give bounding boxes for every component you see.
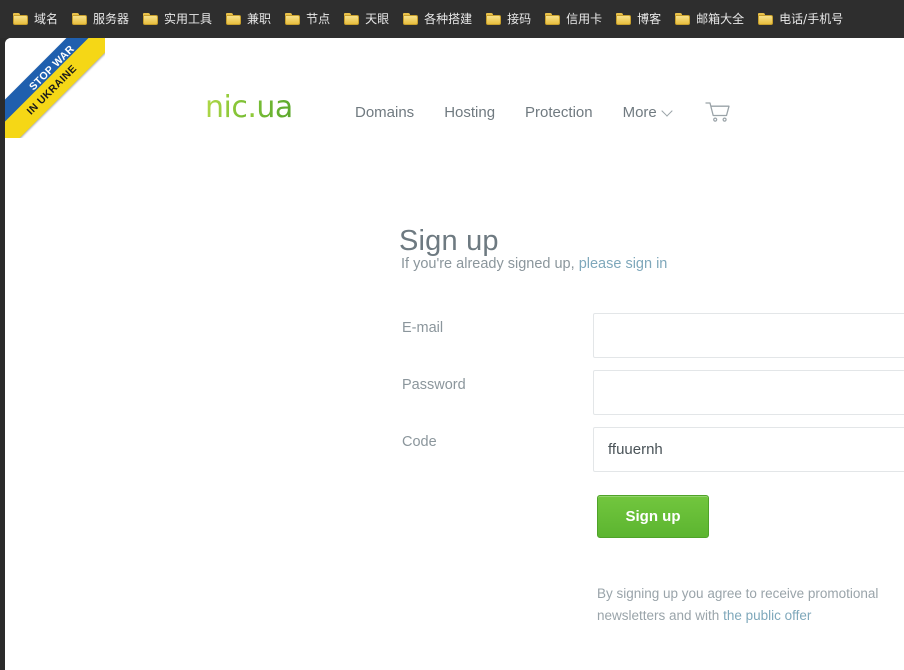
bookmark-label: 服务器 (93, 12, 130, 26)
terms-text: By signing up you agree to receive promo… (597, 583, 904, 627)
signin-note: If you're already signed up, please sign… (401, 257, 667, 272)
signin-note-text: If you're already signed up, (401, 256, 579, 272)
form-row-code: Code (5, 427, 904, 484)
folder-icon (486, 13, 502, 25)
bookmark-label: 电话/手机号 (779, 12, 844, 26)
shopping-cart-icon (705, 102, 730, 122)
bookmarks-bar: 域名 服务器 实用工具 兼职 节点 天眼 各种搭建 接码 信用卡 博客 邮箱大全 电话/手机号 (0, 0, 904, 38)
page-viewport: STOP WAR IN UKRAINE nic.ua Domains Hosti… (5, 38, 904, 670)
label-email: E-mail (402, 320, 444, 336)
bookmark-item[interactable]: 天眼 (339, 7, 394, 31)
password-input[interactable] (593, 370, 904, 415)
nav-label-hosting: Hosting (444, 103, 496, 121)
bookmark-label: 各种搭建 (424, 12, 473, 26)
nav-item-domains[interactable]: Domains (355, 105, 414, 120)
form-row-email: E-mail (5, 313, 904, 370)
folder-icon (675, 13, 691, 25)
folder-icon (143, 13, 159, 25)
bookmark-item[interactable]: 信用卡 (540, 7, 607, 31)
bookmark-item[interactable]: 节点 (280, 7, 335, 31)
signin-link[interactable]: please sign in (579, 256, 668, 272)
bookmark-item[interactable]: 接码 (481, 7, 536, 31)
bookmark-label: 信用卡 (566, 12, 603, 26)
bookmark-label: 域名 (34, 12, 59, 26)
bookmark-item[interactable]: 域名 (8, 7, 63, 31)
bookmark-item[interactable]: 实用工具 (138, 7, 217, 31)
main-navigation: Domains Hosting Protection More (355, 101, 731, 123)
stop-war-in-ukraine-ribbon[interactable]: STOP WAR IN UKRAINE (5, 38, 105, 138)
folder-icon (72, 13, 88, 25)
nav-label-domains: Domains (355, 103, 415, 121)
folder-icon (616, 13, 632, 25)
page-title: Sign up (399, 225, 499, 258)
bookmark-item[interactable]: 电话/手机号 (753, 7, 848, 31)
nav-item-hosting[interactable]: Hosting (444, 105, 495, 120)
shopping-cart-button[interactable] (705, 101, 731, 123)
browser-window: 域名 服务器 实用工具 兼职 节点 天眼 各种搭建 接码 信用卡 博客 邮箱大全 电话/手机号 STO… (0, 0, 904, 670)
nav-label-more: More (622, 103, 657, 121)
nav-item-protection[interactable]: Protection (525, 105, 593, 120)
bookmark-label: 实用工具 (164, 12, 213, 26)
nav-label-protection: Protection (525, 103, 593, 121)
chevron-down-icon (661, 104, 673, 117)
folder-icon (545, 13, 561, 25)
folder-icon (226, 13, 242, 25)
folder-icon (13, 13, 28, 25)
folder-icon (285, 13, 301, 25)
nav-item-more[interactable]: More (622, 103, 673, 121)
bookmark-label: 节点 (306, 12, 331, 26)
bookmark-item[interactable]: 兼职 (221, 7, 276, 31)
folder-icon (344, 13, 360, 25)
site-header: nic.ua Domains Hosting Protection More (5, 38, 904, 128)
bookmark-item[interactable]: 博客 (611, 7, 666, 31)
bookmark-item[interactable]: 邮箱大全 (670, 7, 749, 31)
bookmark-label: 邮箱大全 (696, 12, 745, 26)
site-logo[interactable]: nic.ua (205, 93, 293, 123)
logo-text-nic: nic (205, 90, 248, 125)
logo-text-ua: ua (256, 90, 293, 125)
bookmark-item[interactable]: 服务器 (67, 7, 134, 31)
form-row-password: Password (5, 370, 904, 427)
code-input[interactable] (593, 427, 904, 472)
bookmark-label: 接码 (507, 12, 532, 26)
label-password: Password (402, 377, 466, 393)
label-code: Code (402, 434, 437, 450)
folder-icon (758, 13, 774, 25)
bookmark-label: 天眼 (365, 12, 390, 26)
email-input[interactable] (593, 313, 904, 358)
bookmark-label: 兼职 (247, 12, 272, 26)
bookmark-item[interactable]: 各种搭建 (398, 7, 477, 31)
bookmark-label: 博客 (637, 12, 662, 26)
public-offer-link[interactable]: the public offer (723, 608, 811, 623)
folder-icon (403, 13, 419, 25)
signup-submit-button[interactable]: Sign up (597, 495, 709, 538)
